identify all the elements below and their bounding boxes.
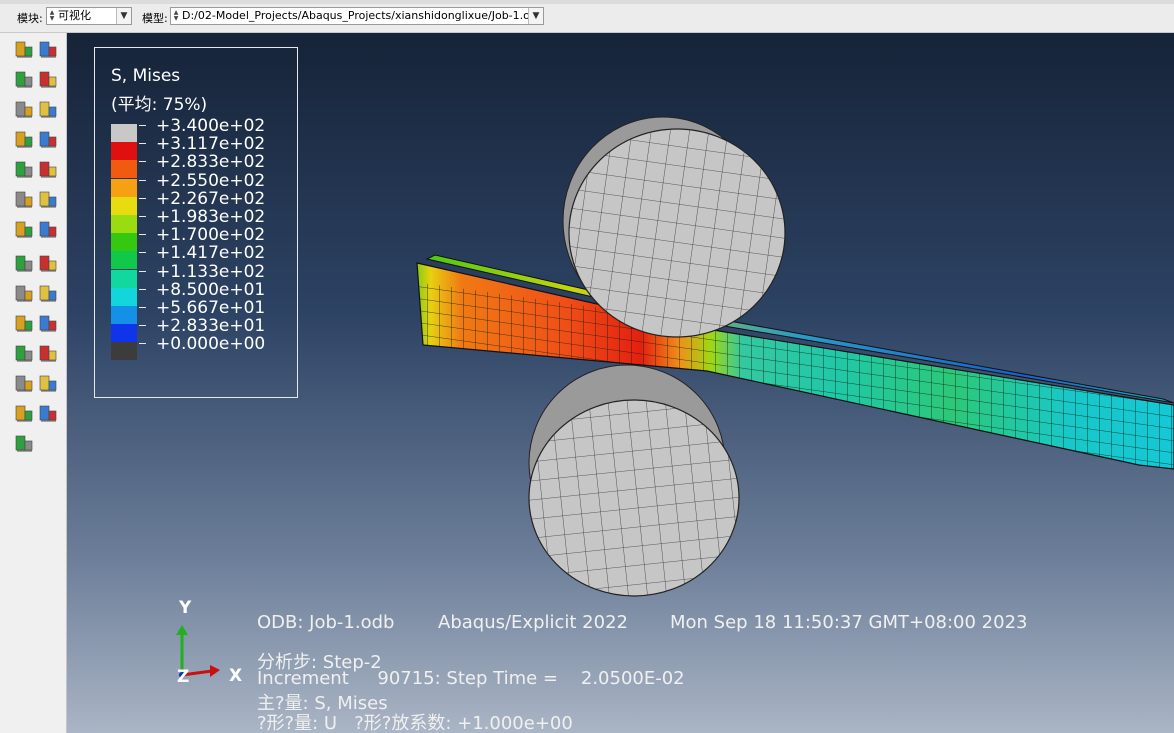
legend-swatch bbox=[111, 215, 137, 233]
legend-swatch bbox=[111, 178, 137, 197]
legend-value: +8.500e+01 bbox=[156, 279, 266, 300]
view-cut-icon[interactable] bbox=[14, 189, 34, 209]
legend-value: +3.117e+02 bbox=[156, 134, 266, 155]
increment-info: Increment 90715: Step Time = 2.0500E-02 bbox=[257, 668, 685, 689]
superimpose-icon[interactable] bbox=[38, 313, 58, 333]
legend-value: +2.833e+01 bbox=[156, 316, 266, 337]
legend-tick bbox=[139, 343, 146, 345]
legend-tick bbox=[139, 270, 146, 272]
xy-data-icon[interactable] bbox=[14, 219, 34, 239]
viewport[interactable]: S, Mises (平均: 75%) +3.400e+02 +3.117e+02 +2.… bbox=[67, 33, 1174, 733]
chevron-down-icon[interactable]: ▼ bbox=[116, 8, 131, 24]
legend-tick bbox=[139, 197, 146, 199]
legend-swatch bbox=[111, 160, 137, 179]
path-icon[interactable] bbox=[14, 253, 34, 273]
strip-mesh bbox=[417, 263, 1174, 469]
legend-swatch bbox=[111, 196, 137, 215]
deformed-variable: ?形?量: U ?形?放系数: +1.000e+00 bbox=[257, 713, 573, 733]
legend-tick bbox=[139, 325, 146, 327]
query-icon[interactable] bbox=[14, 283, 34, 303]
free-body-icon[interactable] bbox=[38, 343, 58, 363]
legend-value: +3.400e+02 bbox=[156, 116, 266, 136]
legend-value: +1.983e+02 bbox=[156, 207, 266, 227]
contour-legend[interactable]: S, Mises (平均: 75%) +3.400e+02 +3.117e+02 +2.… bbox=[94, 47, 298, 398]
create-field-icon[interactable] bbox=[38, 253, 58, 273]
model-select[interactable]: ▲ ▼ D:/02-Model_Projects/Abaqus_Projects/… bbox=[170, 7, 544, 25]
legend-tick bbox=[139, 234, 146, 236]
contour-options-icon[interactable] bbox=[14, 129, 34, 149]
legend-swatch bbox=[111, 251, 137, 270]
legend-value: +0.000e+00 bbox=[156, 334, 266, 355]
symbol-options-icon[interactable] bbox=[38, 129, 58, 149]
legend-tick bbox=[139, 179, 146, 181]
legend-tick bbox=[139, 252, 146, 254]
legend-tick bbox=[139, 125, 146, 126]
legend-value: +2.550e+02 bbox=[156, 170, 266, 191]
solver-version: Abaqus/Explicit 2022 bbox=[438, 612, 628, 633]
odb-name: ODB: Job-1.odb bbox=[257, 612, 395, 633]
view-manager-icon[interactable] bbox=[38, 403, 58, 423]
display-group-icon[interactable] bbox=[38, 189, 58, 209]
module-select-value: 可视化 bbox=[58, 9, 91, 22]
odb-display-options-icon[interactable] bbox=[14, 343, 34, 363]
common-options-icon[interactable] bbox=[14, 313, 34, 333]
legend-swatch bbox=[111, 306, 137, 324]
legend-tick bbox=[139, 307, 146, 308]
legend-swatch bbox=[111, 233, 137, 252]
xy-plot-icon[interactable] bbox=[38, 219, 58, 239]
legend-value: +5.667e+01 bbox=[156, 298, 266, 318]
legend-tick bbox=[139, 143, 146, 145]
spin-icon[interactable]: ▲ ▼ bbox=[172, 10, 180, 22]
datetime: Mon Sep 18 11:50:37 GMT+08:00 2023 bbox=[670, 612, 1028, 633]
legend-tick bbox=[139, 161, 146, 163]
axis-y-label: Y bbox=[179, 598, 192, 618]
report-icon[interactable] bbox=[38, 283, 58, 303]
legend-title: S, Mises bbox=[111, 66, 181, 86]
legend-tick bbox=[139, 216, 146, 217]
model-label: 模型: bbox=[142, 12, 168, 25]
toolbox bbox=[0, 33, 67, 733]
toolbar-strip bbox=[0, 0, 1174, 4]
legend-value: +1.700e+02 bbox=[156, 225, 266, 246]
spin-icon[interactable]: ▲ ▼ bbox=[48, 10, 56, 22]
legend-value: +1.133e+02 bbox=[156, 261, 266, 282]
lock-icon[interactable] bbox=[14, 433, 34, 453]
module-select[interactable]: ▲ ▼ 可视化 ▼ bbox=[46, 7, 132, 25]
legend-value: +2.833e+02 bbox=[156, 152, 266, 173]
axis-x-label: X bbox=[229, 666, 243, 686]
legend-swatch bbox=[111, 287, 137, 306]
symbol-icon[interactable] bbox=[38, 69, 58, 89]
legend-value: +2.267e+02 bbox=[156, 188, 266, 209]
legend-swatch bbox=[111, 142, 137, 161]
stream-icon[interactable] bbox=[14, 373, 34, 393]
plot-undeformed-icon[interactable] bbox=[14, 39, 34, 59]
plot-deformed-icon[interactable] bbox=[38, 39, 58, 59]
chevron-down-icon[interactable]: ▼ bbox=[528, 8, 543, 24]
tools-icon[interactable] bbox=[38, 373, 58, 393]
module-label: 模块: bbox=[17, 12, 43, 25]
axis-z-label: Z bbox=[177, 667, 190, 687]
context-bar: 模块: ▲ ▼ 可视化 ▼ 模型: ▲ ▼ D:/02-Model_Projects… bbox=[0, 0, 1174, 33]
legend-swatch bbox=[111, 342, 137, 361]
legend-swatch bbox=[111, 324, 137, 343]
material-orientation-icon[interactable] bbox=[14, 99, 34, 119]
probe-icon[interactable] bbox=[14, 403, 34, 423]
legend-tick bbox=[139, 288, 146, 290]
legend-subtitle: (平均: 75%) bbox=[111, 95, 208, 115]
legend-swatch bbox=[111, 124, 137, 142]
animate-options-icon[interactable] bbox=[38, 159, 58, 179]
allow-multiple-plot-icon[interactable] bbox=[38, 99, 58, 119]
legend-value: +1.417e+02 bbox=[156, 243, 266, 264]
contour-icon[interactable] bbox=[14, 69, 34, 89]
legend-swatch bbox=[111, 269, 137, 288]
animate-icon[interactable] bbox=[14, 159, 34, 179]
model-select-value: D:/02-Model_Projects/Abaqus_Projects/xia… bbox=[182, 9, 544, 22]
